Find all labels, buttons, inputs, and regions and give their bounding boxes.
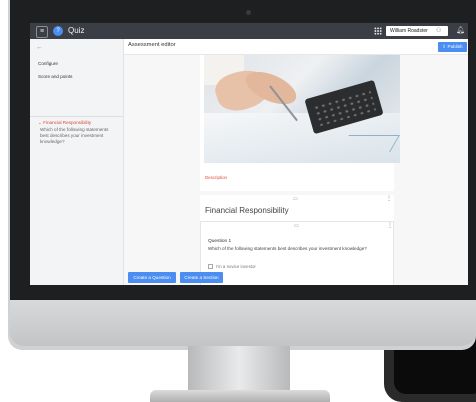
bell-icon[interactable]: 🔔︎ bbox=[456, 26, 465, 36]
app-bar: ≡ ? Quiz William Roadster ⚇ 🔔︎ bbox=[30, 23, 468, 39]
sidebar-item-configure[interactable]: Configure bbox=[38, 61, 58, 66]
sidebar-item-score[interactable]: Score and points bbox=[38, 74, 72, 79]
camera-dot bbox=[246, 10, 251, 15]
monitor-stand-base bbox=[150, 390, 330, 402]
sidebar-section-title[interactable]: ⌄ Financial Responsibility bbox=[38, 120, 91, 126]
apps-grid-icon[interactable] bbox=[374, 27, 382, 35]
question-card: ▭ ⋮ Question 1 Which of the following st… bbox=[200, 221, 394, 285]
create-question-button[interactable]: Create a Question bbox=[128, 272, 176, 283]
question-title[interactable]: Question 1 bbox=[208, 239, 231, 244]
upload-icon: ⇧ bbox=[442, 44, 447, 49]
more-vert-icon[interactable]: ⋮ bbox=[386, 195, 392, 202]
app-title: Quiz bbox=[68, 26, 85, 35]
drag-handle-icon[interactable]: ▭ bbox=[293, 196, 298, 202]
editor-canvas: Description ▭ ⋮ Financial Responsibility… bbox=[124, 55, 468, 285]
section-title[interactable]: Financial Responsibility bbox=[205, 206, 289, 215]
page-title: Assessment editor bbox=[128, 42, 176, 48]
finance-photo[interactable] bbox=[204, 55, 400, 163]
app-screen: ≡ ? Quiz William Roadster ⚇ 🔔︎ ← Configu… bbox=[30, 23, 468, 285]
option-label[interactable]: I'm a novice investor bbox=[216, 264, 256, 269]
monitor-stand bbox=[188, 346, 290, 394]
editor-header: Assessment editor ⇧ Publish bbox=[124, 39, 468, 55]
drag-handle-icon[interactable]: ▭ bbox=[294, 223, 299, 229]
monitor-chin bbox=[10, 300, 476, 346]
user-name: William Roadster bbox=[390, 28, 428, 34]
quiz-logo-icon: ? bbox=[53, 26, 63, 36]
image-description-field[interactable]: Description bbox=[205, 175, 227, 180]
image-card: Description bbox=[200, 55, 400, 191]
option-radio[interactable] bbox=[208, 264, 213, 269]
user-icon[interactable]: ⚇ bbox=[436, 26, 441, 36]
sidebar-divider bbox=[30, 116, 124, 117]
menu-icon[interactable]: ≡ bbox=[36, 26, 48, 38]
create-section-button[interactable]: Create a Section bbox=[180, 272, 223, 283]
chevron-down-icon: ⌄ bbox=[38, 120, 42, 125]
publish-button[interactable]: ⇧ Publish bbox=[438, 42, 467, 52]
sidebar-section-description[interactable]: Which of the following statements best d… bbox=[40, 127, 118, 145]
question-text[interactable]: Which of the following statements best d… bbox=[208, 246, 367, 251]
sidebar: ← Configure Score and points ⌄ Financial… bbox=[30, 39, 124, 285]
section-card: ▭ ⋮ Financial Responsibility ▭ ⋮ Questio… bbox=[200, 195, 394, 285]
more-vert-icon[interactable]: ⋮ bbox=[387, 222, 393, 229]
back-arrow-icon[interactable]: ← bbox=[36, 44, 43, 51]
